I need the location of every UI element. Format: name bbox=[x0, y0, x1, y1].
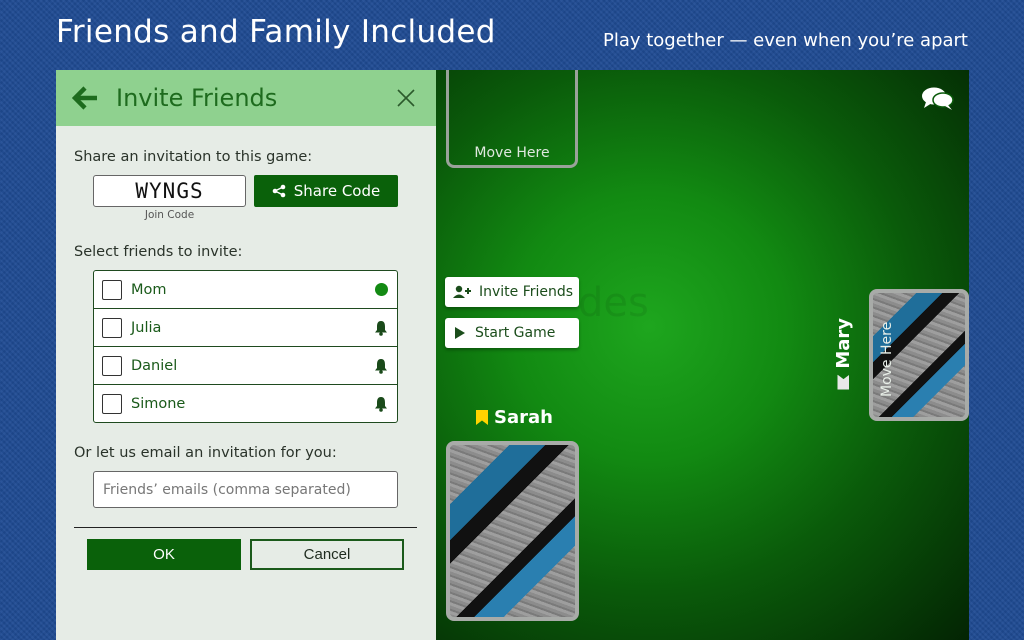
panel-title: Invite Friends bbox=[116, 84, 278, 112]
friends-email-input[interactable] bbox=[93, 471, 398, 508]
join-code-field[interactable]: WYNGS bbox=[93, 175, 246, 207]
friend-name: Simone bbox=[131, 396, 186, 412]
ok-button[interactable]: OK bbox=[87, 539, 241, 570]
player-bottom-label: Sarah bbox=[494, 407, 553, 428]
add-person-icon bbox=[453, 285, 471, 298]
play-icon bbox=[455, 327, 465, 339]
friend-row-daniel[interactable]: Daniel bbox=[94, 347, 397, 385]
share-code-button[interactable]: Share Code bbox=[254, 175, 398, 207]
select-friends-label: Select friends to invite: bbox=[74, 244, 243, 260]
online-dot-icon bbox=[375, 283, 388, 296]
invite-friends-label: Invite Friends bbox=[479, 284, 574, 300]
game-table: des Move Here Invite Friends Start Game bbox=[436, 70, 969, 640]
bell-icon bbox=[375, 321, 387, 336]
promo-subtitle: Play together — even when you’re apart bbox=[602, 30, 968, 51]
bookmark-icon bbox=[476, 410, 488, 425]
friend-name: Daniel bbox=[131, 357, 178, 374]
move-here-slot-top[interactable]: Move Here bbox=[446, 70, 578, 168]
bell-icon bbox=[375, 359, 387, 374]
invite-friends-panel: Invite Friends Share an invitation to th… bbox=[56, 70, 436, 640]
player-hand-card-bottom[interactable] bbox=[446, 441, 579, 621]
friend-row-julia[interactable]: Julia bbox=[94, 309, 397, 347]
share-code-label: Share Code bbox=[293, 182, 381, 200]
friend-name: Mom bbox=[131, 281, 167, 298]
divider bbox=[74, 527, 417, 528]
player-name-bottom: Sarah bbox=[476, 407, 553, 428]
bell-icon bbox=[375, 397, 387, 412]
move-here-slot-right[interactable]: Move Here bbox=[869, 289, 969, 421]
promo-title: Friends and Family Included bbox=[56, 14, 496, 50]
cancel-button[interactable]: Cancel bbox=[250, 539, 404, 570]
start-game-button[interactable]: Start Game bbox=[445, 318, 579, 348]
table-watermark-text: des bbox=[578, 280, 649, 326]
back-arrow-icon[interactable] bbox=[72, 84, 100, 112]
bookmark-icon bbox=[838, 375, 850, 390]
join-code-caption: Join Code bbox=[144, 209, 195, 221]
friend-checkbox[interactable] bbox=[102, 317, 122, 338]
email-invitation-label: Or let us email an invitation for you: bbox=[74, 445, 337, 461]
share-icon bbox=[272, 184, 286, 198]
panel-header: Invite Friends bbox=[56, 70, 436, 126]
player-right-label: Mary bbox=[833, 318, 854, 369]
friend-list: Mom Julia Daniel Simone bbox=[93, 270, 398, 423]
friend-checkbox[interactable] bbox=[102, 279, 122, 300]
friend-name: Julia bbox=[131, 319, 162, 336]
start-game-label: Start Game bbox=[475, 325, 556, 341]
app-window: des Move Here Invite Friends Start Game bbox=[56, 70, 969, 640]
slot-top-label: Move Here bbox=[474, 145, 550, 161]
friend-checkbox[interactable] bbox=[102, 355, 122, 376]
friend-checkbox[interactable] bbox=[102, 394, 122, 414]
friend-row-simone[interactable]: Simone bbox=[94, 385, 397, 422]
friend-row-mom[interactable]: Mom bbox=[94, 271, 397, 309]
slot-right-label: Move Here bbox=[879, 321, 895, 397]
player-name-right: Mary bbox=[833, 318, 854, 390]
invite-friends-button[interactable]: Invite Friends bbox=[445, 277, 579, 307]
close-icon[interactable] bbox=[396, 88, 416, 108]
chat-icon[interactable] bbox=[921, 86, 955, 112]
share-invitation-label: Share an invitation to this game: bbox=[74, 149, 313, 165]
